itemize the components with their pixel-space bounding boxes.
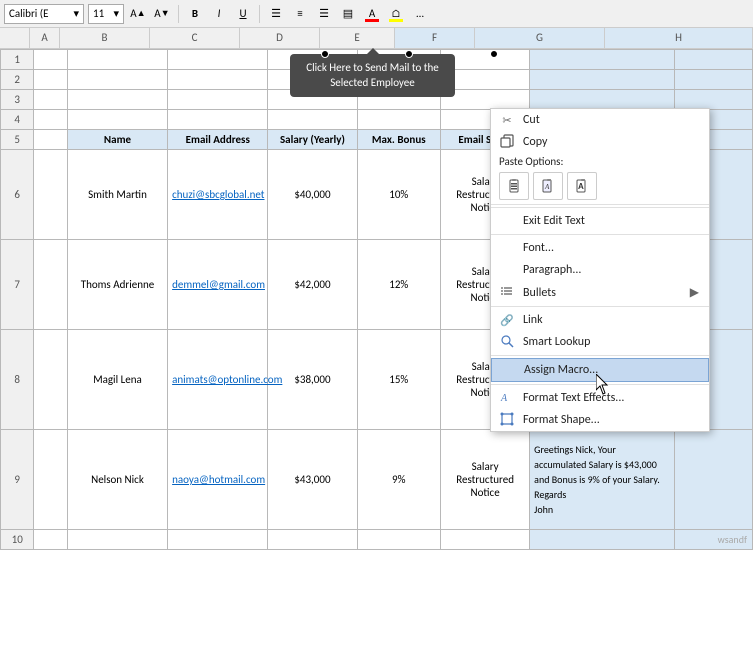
align-right-button[interactable]: ☰ [314,4,334,24]
menu-item-assign-macro[interactable]: Assign Macro... [491,358,709,382]
menu-item-font[interactable]: Font... [491,237,709,259]
menu-separator-3 [491,306,709,307]
cell-bonus-3: 15% [357,330,441,430]
smart-lookup-icon [497,334,517,351]
menu-item-cut[interactable]: ✂ Cut [491,109,709,131]
cell-bonus-1: 10% [357,150,441,240]
menu-item-format-shape[interactable]: Format Shape... [491,409,709,431]
svg-text:A: A [500,393,508,404]
highlight-button[interactable]: ⌂ [386,4,406,24]
menu-item-link[interactable]: 🔗 Link [491,309,709,331]
paste-options-header: Paste Options: [491,153,709,168]
cell-email-2: demmel@gmail.com [168,240,268,330]
svg-text:A: A [578,182,584,191]
col-header-b: B [60,28,150,48]
format-text-icon: A [497,390,517,407]
col-header-h: H [605,28,753,48]
col-header-c: C [150,28,240,48]
spreadsheet-container: A B C D E F G H 1 [0,28,753,550]
table-row-10: 10 [1,530,753,550]
menu-separator-5 [491,384,709,385]
email-link-1[interactable]: chuzi@sbcglobal.net [172,188,264,201]
svg-text:A: A [544,183,550,191]
col-header-e: E [320,28,395,48]
email-link-4[interactable]: naoya@hotmail.com [172,473,265,486]
menu-item-exit-edit[interactable]: Exit Edit Text [491,210,709,232]
header-email: Email Address [168,130,268,150]
more-options-button[interactable]: … [410,4,430,24]
format-shape-icon [497,412,517,429]
cell-bonus-2: 12% [357,240,441,330]
corner-cell [0,28,30,48]
context-menu: ✂ Cut Copy Paste Options: [490,108,710,432]
cell-bonus-4: 9% [357,430,441,530]
cell-name-2: Thoms Adrienne [67,240,167,330]
cell-name-1: Smith Martin [67,150,167,240]
header-name: Name [67,130,167,150]
cell-name-4: Nelson Nick [67,430,167,530]
cell-email-4: naoya@hotmail.com [168,430,268,530]
header-bonus: Max. Bonus [357,130,441,150]
bullets-arrow: ▶ [690,285,699,300]
bullets-icon [497,285,517,300]
email-link-3[interactable]: animats@optonline.com [172,373,282,386]
selection-handle-tm[interactable] [405,50,413,58]
col-header-a: A [30,28,60,48]
cell-email-3: animats@optonline.com [168,330,268,430]
col-header-g: G [475,28,605,48]
menu-item-bullets[interactable]: Bullets ▶ [491,281,709,304]
cell-salary-1: $40,000 [268,150,357,240]
font-size-selector[interactable]: 11 ▾ [88,4,124,24]
table-row-9: 9 Nelson Nick naoya@hotmail.com $43,000 … [1,430,753,530]
italic-button[interactable]: I [209,4,229,24]
menu-item-format-text[interactable]: A Format Text Effects... [491,387,709,409]
column-headers: A B C D E F G H [0,28,753,49]
shrink-font-button[interactable]: A▼ [152,4,172,24]
copy-icon [497,134,517,151]
tooltip-bubble: Click Here to Send Mail to the Selected … [290,54,455,97]
menu-separator-1 [491,207,709,208]
paste-btn-3[interactable]: A [567,172,597,200]
menu-item-copy[interactable]: Copy [491,131,709,153]
cell-salary-2: $42,000 [268,240,357,330]
menu-item-paragraph[interactable]: Paragraph... [491,259,709,281]
cell-body-4: Greetings Nick, Your accumulated Salary … [530,430,675,530]
bold-button[interactable]: B [185,4,205,24]
font-name-selector[interactable]: Calibri (E ▾ [4,4,84,24]
align-left-button[interactable]: ☰ [266,4,286,24]
email-link-2[interactable]: demmel@gmail.com [172,278,265,291]
ribbon-separator-1 [178,5,179,23]
ribbon-bar: Calibri (E ▾ 11 ▾ A▲ A▼ B I U ☰ ≡ ☰ ▤ A … [0,0,753,28]
justify-button[interactable]: ▤ [338,4,358,24]
cell-name-3: Magil Lena [67,330,167,430]
cell-subject-4: Salary Restructured Notice [441,430,530,530]
paste-btn-1[interactable] [499,172,529,200]
col-header-d: D [240,28,320,48]
cell-email-1: chuzi@sbcglobal.net [168,150,268,240]
selection-handle-tr[interactable] [490,50,498,58]
font-color-button[interactable]: A [362,4,382,24]
menu-separator-2 [491,234,709,235]
cell-salary-4: $43,000 [268,430,357,530]
selection-handle-tl[interactable] [321,50,329,58]
cell-col-h-4 [675,430,753,530]
link-icon: 🔗 [497,314,517,327]
header-salary: Salary (Yearly) [268,130,357,150]
ribbon-separator-2 [259,5,260,23]
cut-icon: ✂ [497,114,517,127]
menu-separator-4 [491,355,709,356]
underline-button[interactable]: U [233,4,253,24]
watermark: wsandf [718,533,747,546]
paste-options-row: A A [491,168,709,205]
align-center-button[interactable]: ≡ [290,4,310,24]
menu-item-smart-lookup[interactable]: Smart Lookup [491,331,709,353]
col-header-f: F [395,28,475,48]
paste-btn-2[interactable]: A [533,172,563,200]
grow-font-button[interactable]: A▲ [128,4,148,24]
